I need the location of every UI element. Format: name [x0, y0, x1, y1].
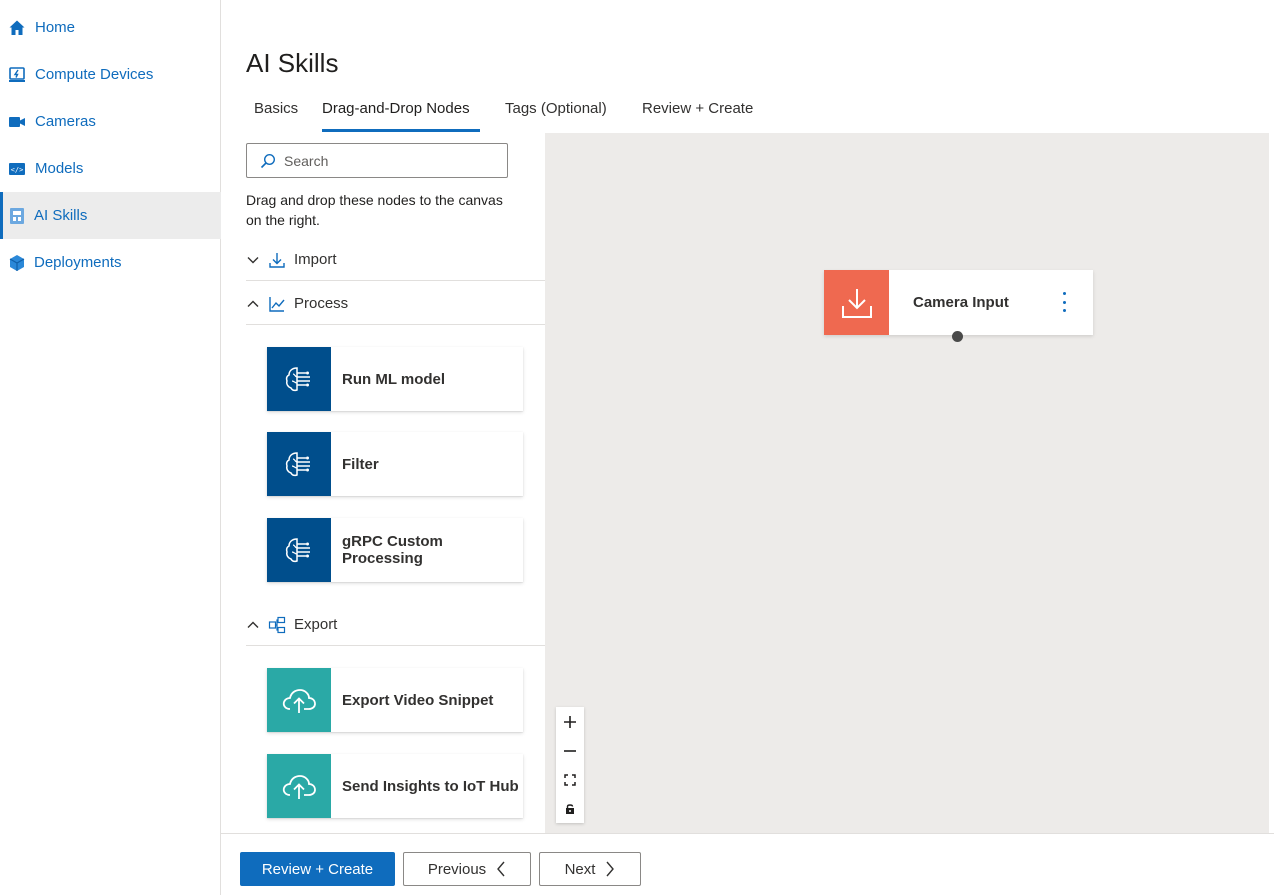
- sidebar: Home Compute Devices Cameras </> Models …: [0, 0, 221, 895]
- brain-circuit-icon: [267, 347, 331, 411]
- next-button-label: Next: [564, 860, 596, 878]
- node-label: Filter: [342, 455, 379, 473]
- node-grpc-custom-processing[interactable]: gRPC Custom Processing: [267, 518, 523, 582]
- wizard-footer: Review + Create Previous Next: [221, 833, 1274, 895]
- instructions-text: Drag and drop these nodes to the canvas …: [246, 192, 503, 228]
- node-label: Export Video Snippet: [342, 691, 494, 709]
- sidebar-item-deployments[interactable]: Deployments: [0, 239, 221, 286]
- deployment-icon: [8, 254, 26, 272]
- section-process-header[interactable]: Process: [246, 283, 545, 325]
- tab-tags[interactable]: Tags (Optional): [505, 100, 607, 127]
- chevron-left-icon: [497, 861, 505, 877]
- zoom-controls: [556, 707, 584, 823]
- sidebar-item-label: Home: [35, 19, 76, 36]
- node-label: gRPC Custom Processing: [342, 533, 443, 567]
- line-chart-icon: [268, 295, 286, 313]
- review-create-button[interactable]: Review + Create: [240, 852, 395, 886]
- output-port[interactable]: [952, 331, 963, 342]
- sidebar-item-home[interactable]: Home: [0, 4, 221, 51]
- sidebar-item-cameras[interactable]: Cameras: [0, 98, 221, 145]
- previous-button[interactable]: Previous: [403, 852, 531, 886]
- sidebar-item-label: Models: [35, 160, 84, 177]
- canvas-node-camera-input[interactable]: Camera Input: [824, 270, 1093, 342]
- page-title: AI Skills: [246, 48, 339, 78]
- node-filter[interactable]: Filter: [267, 432, 523, 496]
- import-icon: [268, 251, 286, 269]
- active-tab-indicator: [322, 129, 480, 132]
- download-icon: [824, 270, 889, 335]
- camera-icon: [8, 113, 26, 131]
- tab-basics[interactable]: Basics: [254, 100, 298, 127]
- section-export-header[interactable]: Export: [246, 604, 545, 646]
- canvas-node-label: Camera Input: [913, 294, 1009, 311]
- chevron-up-icon: [246, 618, 260, 632]
- zoom-in-icon[interactable]: [556, 707, 584, 736]
- chevron-down-icon: [246, 253, 260, 267]
- brain-circuit-icon: [267, 432, 331, 496]
- ai-skill-icon: [8, 207, 26, 225]
- model-icon: </>: [8, 160, 26, 178]
- zoom-out-icon[interactable]: [556, 736, 584, 765]
- sidebar-item-label: Compute Devices: [35, 66, 154, 83]
- lock-icon[interactable]: [556, 794, 584, 823]
- cloud-upload-icon: [267, 754, 331, 818]
- chevron-up-icon: [246, 297, 260, 311]
- cloud-upload-icon: [267, 668, 331, 732]
- fit-view-icon[interactable]: [556, 765, 584, 794]
- search-input[interactable]: [284, 152, 494, 169]
- section-label: Process: [294, 295, 349, 312]
- node-export-video-snippet[interactable]: Export Video Snippet: [267, 668, 523, 732]
- node-label: Run ML model: [342, 370, 446, 388]
- sidebar-item-compute-devices[interactable]: Compute Devices: [0, 51, 221, 98]
- sidebar-item-models[interactable]: </> Models: [0, 145, 221, 192]
- section-label: Import: [294, 251, 337, 268]
- node-run-ml-model[interactable]: Run ML model: [267, 347, 523, 411]
- node-label: Send Insights to IoT Hub: [342, 777, 519, 795]
- chevron-right-icon: [606, 861, 615, 877]
- section-label: Export: [294, 616, 338, 633]
- design-canvas[interactable]: Camera Input: [545, 133, 1269, 833]
- compute-device-icon: [8, 66, 26, 84]
- sidebar-item-label: AI Skills: [34, 207, 88, 224]
- sidebar-item-ai-skills[interactable]: AI Skills: [0, 192, 221, 239]
- sidebar-item-label: Cameras: [35, 113, 96, 130]
- brain-circuit-icon: [267, 518, 331, 582]
- svg-text:</>: </>: [11, 166, 24, 174]
- search-box[interactable]: [246, 143, 508, 178]
- next-button[interactable]: Next: [539, 852, 641, 886]
- sidebar-item-label: Deployments: [34, 254, 122, 271]
- export-icon: [268, 616, 286, 634]
- more-options-icon[interactable]: [1057, 292, 1071, 312]
- search-icon: [260, 153, 276, 168]
- previous-button-label: Previous: [427, 860, 487, 878]
- node-send-insights-to-iot-hub[interactable]: Send Insights to IoT Hub: [267, 754, 523, 818]
- section-import-header[interactable]: Import: [246, 239, 545, 281]
- tab-review-create[interactable]: Review + Create: [642, 100, 753, 127]
- home-icon: [8, 19, 26, 37]
- tab-drag-and-drop-nodes[interactable]: Drag-and-Drop Nodes: [322, 100, 470, 127]
